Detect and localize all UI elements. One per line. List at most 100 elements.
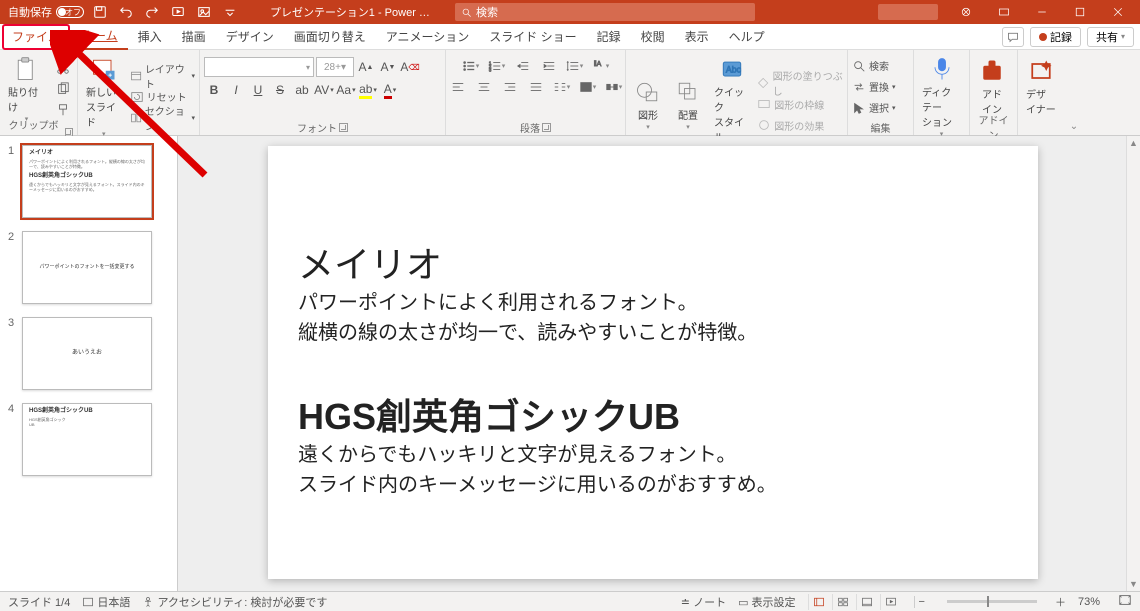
clear-format-icon[interactable]: A⌫ (400, 57, 420, 77)
undo-icon[interactable] (116, 2, 136, 22)
tab-draw[interactable]: 描画 (172, 24, 216, 50)
record-button[interactable]: 記録 (1030, 27, 1081, 47)
font-color-button[interactable]: A▾ (380, 80, 400, 100)
slide-counter[interactable]: スライド 1/4 (8, 594, 70, 610)
redo-icon[interactable] (142, 2, 162, 22)
line-spacing-icon[interactable]: ▾ (563, 57, 587, 75)
arrange-button[interactable]: 配置▾ (670, 76, 706, 133)
new-slide-button[interactable]: 新しい スライド▾ (82, 53, 126, 140)
insert-picture-icon[interactable] (194, 2, 214, 22)
strike-button[interactable]: S (270, 80, 290, 100)
save-icon[interactable] (90, 2, 110, 22)
coming-soon-icon[interactable] (948, 0, 984, 24)
group-editing: 検索 置換▾ 選択▾ 編集 (848, 50, 914, 135)
section-button[interactable]: セクション▾ (130, 108, 195, 128)
zoom-in-icon[interactable]: ＋ (1055, 594, 1066, 610)
search-box[interactable]: 検索 (455, 3, 755, 21)
paste-button[interactable]: 貼り付け▾ (4, 53, 49, 125)
decrease-font-icon[interactable]: A▼ (378, 57, 398, 77)
thumbnail-1[interactable]: 1 メイリオ パワーポイントによく利用されるフォント。縦横の線の太さが均一で、読… (0, 142, 177, 228)
tab-view[interactable]: 表示 (675, 24, 719, 50)
notes-button[interactable]: ≐ ノート (681, 594, 726, 610)
align-right-icon[interactable] (498, 78, 522, 96)
replace-button[interactable]: 置換▾ (852, 77, 896, 97)
tab-transitions[interactable]: 画面切り替え (284, 24, 376, 50)
font-name-input[interactable]: ▾ (204, 57, 314, 77)
scroll-up-icon[interactable]: ▲ (1127, 136, 1140, 150)
zoom-slider[interactable] (947, 600, 1037, 603)
tab-review[interactable]: 校閲 (631, 24, 675, 50)
normal-view-icon[interactable] (808, 594, 830, 610)
shape-effects-button[interactable]: 図形の効果 (757, 115, 843, 135)
autosave-toggle[interactable]: 自動保存 オフ (8, 4, 84, 20)
shadow-button[interactable]: ab (292, 80, 312, 100)
increase-indent-icon[interactable] (537, 57, 561, 75)
display-settings-button[interactable]: ▭ 表示設定 (738, 594, 795, 610)
tab-animations[interactable]: アニメーション (376, 24, 480, 50)
sorter-view-icon[interactable] (832, 594, 854, 610)
addins-button[interactable]: アド イン (974, 55, 1010, 118)
numbering-icon[interactable]: 123▾ (485, 57, 509, 75)
scroll-down-icon[interactable]: ▼ (1127, 577, 1140, 591)
ribbon-options-icon[interactable] (986, 0, 1022, 24)
from-beginning-icon[interactable] (168, 2, 188, 22)
change-case-button[interactable]: Aa▾ (336, 80, 356, 100)
justify-icon[interactable] (524, 78, 548, 96)
find-button[interactable]: 検索 (852, 56, 896, 76)
tab-insert[interactable]: 挿入 (128, 24, 172, 50)
close-icon[interactable] (1100, 0, 1136, 24)
italic-button[interactable]: I (226, 80, 246, 100)
increase-font-icon[interactable]: A▲ (356, 57, 376, 77)
shape-outline-button[interactable]: 図形の枠線 (757, 94, 843, 114)
minimize-icon[interactable] (1024, 0, 1060, 24)
maximize-icon[interactable] (1062, 0, 1098, 24)
cut-icon[interactable] (53, 58, 73, 78)
tab-file[interactable]: ファイル (2, 24, 70, 50)
tab-help[interactable]: ヘルプ (719, 24, 775, 50)
bold-button[interactable]: B (204, 80, 224, 100)
zoom-out-icon[interactable]: − (914, 596, 929, 608)
decrease-indent-icon[interactable] (511, 57, 535, 75)
align-left-icon[interactable] (446, 78, 470, 96)
dictate-button[interactable]: ディクテー ション▾ (918, 53, 965, 140)
qat-overflow-icon[interactable] (220, 2, 240, 22)
reading-view-icon[interactable] (856, 594, 878, 610)
spacing-button[interactable]: AV▾ (314, 80, 334, 100)
select-button[interactable]: 選択▾ (852, 98, 896, 118)
share-button[interactable]: 共有▾ (1087, 27, 1134, 47)
copy-icon[interactable] (53, 79, 73, 99)
dialog-launcher-icon[interactable] (339, 123, 348, 132)
slide-canvas[interactable]: メイリオ パワーポイントによく利用されるフォント。縦横の線の太さが均一で、読みや… (268, 146, 1038, 579)
shapes-button[interactable]: 図形▾ (630, 76, 666, 133)
align-text-icon[interactable]: ▾ (576, 78, 600, 96)
underline-button[interactable]: U (248, 80, 268, 100)
user-account[interactable] (878, 4, 938, 20)
font-size-input[interactable]: 28+▾ (316, 57, 354, 77)
fit-to-window-icon[interactable] (1118, 593, 1132, 610)
thumbnail-2[interactable]: 2 パワーポイントのフォントを一括変更する (0, 228, 177, 314)
svg-text:3: 3 (489, 67, 492, 72)
comments-button[interactable] (1002, 27, 1024, 47)
tab-slideshow[interactable]: スライド ショー (479, 24, 586, 50)
shape-fill-button[interactable]: 図形の塗りつぶし (757, 73, 843, 93)
vertical-scrollbar[interactable]: ▲ ▼ (1126, 136, 1140, 591)
columns-icon[interactable]: ▾ (550, 78, 574, 96)
thumbnail-3[interactable]: 3 あいうえお (0, 314, 177, 400)
collapse-ribbon-icon[interactable]: ⌄ (1066, 50, 1082, 135)
highlight-button[interactable]: ab▾ (358, 80, 378, 100)
thumbnail-4[interactable]: 4 HGS創英角ゴシックUB HGS創英角ゴシック UB (0, 400, 177, 486)
dialog-launcher-icon[interactable] (542, 123, 551, 132)
zoom-level[interactable]: 73% (1078, 596, 1100, 608)
designer-button[interactable]: デザ イナー (1022, 55, 1060, 118)
tab-record[interactable]: 記録 (587, 24, 631, 50)
accessibility-status[interactable]: アクセシビリティ: 検討が必要です (142, 594, 327, 610)
tab-home[interactable]: ホーム (72, 24, 128, 50)
text-direction-icon[interactable]: ‖A▾ (589, 57, 613, 75)
smartart-icon[interactable]: ▾ (602, 78, 626, 96)
language-indicator[interactable]: 日本語 (82, 594, 130, 610)
layout-button[interactable]: レイアウト▾ (130, 66, 195, 86)
tab-design[interactable]: デザイン (216, 24, 284, 50)
slideshow-view-icon[interactable] (880, 594, 902, 610)
align-center-icon[interactable] (472, 78, 496, 96)
bullets-icon[interactable]: ▾ (459, 57, 483, 75)
